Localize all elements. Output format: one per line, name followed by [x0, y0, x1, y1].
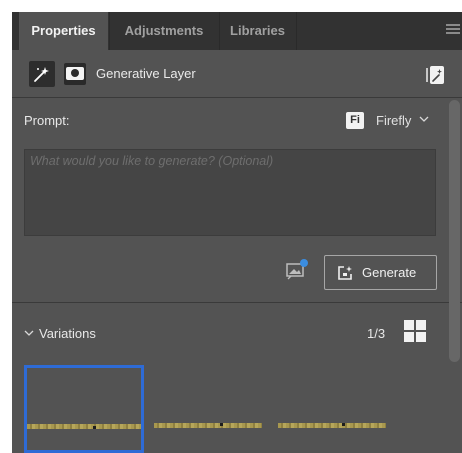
- generate-icon: [338, 266, 352, 280]
- layer-name: Generative Layer: [96, 66, 196, 81]
- panel-menu-icon[interactable]: [446, 24, 460, 38]
- variations-label[interactable]: Variations: [39, 326, 96, 341]
- scrollbar-thumb[interactable]: [449, 100, 460, 362]
- generative-layer-icon: [29, 61, 55, 87]
- generate-button[interactable]: Generate: [324, 255, 437, 290]
- tab-properties[interactable]: Properties: [19, 12, 108, 50]
- chevron-down-icon[interactable]: [419, 116, 429, 123]
- model-selector[interactable]: Firefly: [376, 113, 411, 128]
- prompt-input[interactable]: [25, 150, 435, 235]
- prompt-box: [24, 149, 436, 236]
- tab-divider: [296, 12, 297, 50]
- prompt-label: Prompt:: [24, 113, 70, 128]
- section-divider: [12, 302, 462, 303]
- variation-thumbnail[interactable]: [24, 365, 144, 453]
- tab-adjustments[interactable]: Adjustments: [110, 12, 218, 50]
- variation-thumbnail[interactable]: [152, 365, 264, 453]
- reference-image-icon[interactable]: [285, 258, 309, 282]
- tab-libraries[interactable]: Libraries: [220, 12, 295, 50]
- variations-count: 1/3: [367, 326, 386, 341]
- variation-thumbnail[interactable]: [276, 365, 388, 453]
- generate-label: Generate: [362, 265, 417, 280]
- grid-view-icon[interactable]: [404, 320, 426, 342]
- layer-action-icon[interactable]: [425, 65, 445, 85]
- chevron-down-icon[interactable]: [24, 330, 34, 337]
- layer-row: Generative Layer: [12, 57, 462, 93]
- layer-mask-icon[interactable]: [64, 63, 86, 85]
- tab-bar: Properties Adjustments Libraries: [12, 12, 462, 50]
- properties-panel: Properties Adjustments Libraries Generat…: [12, 12, 462, 453]
- firefly-model-icon: Fi: [346, 112, 364, 129]
- scrollbar[interactable]: [449, 100, 460, 453]
- section-divider: [12, 97, 462, 98]
